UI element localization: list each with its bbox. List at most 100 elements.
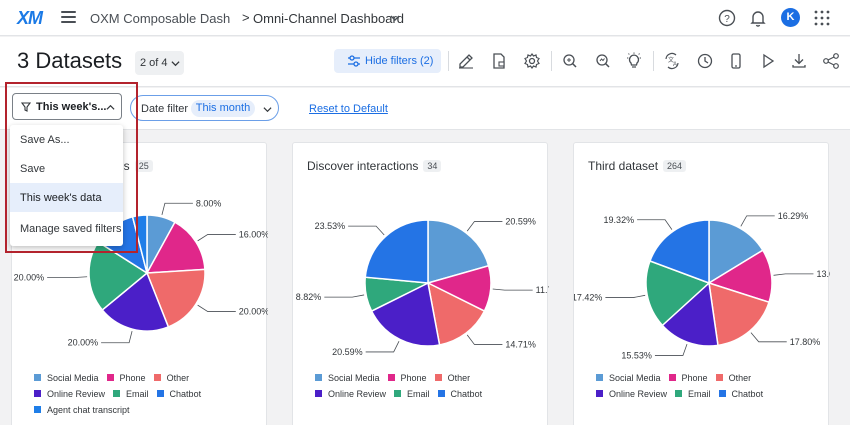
date-filter-pill[interactable]: Date filter This month [130, 95, 279, 121]
pie-chart[interactable]: 16.29% 13.64% 17.80% 15.53% 17.42% 19.32% [574, 143, 830, 373]
breadcrumb-separator: > [242, 10, 250, 25]
hide-filters-label: Hide filters (2) [365, 55, 434, 67]
bell-icon[interactable] [748, 8, 768, 28]
legend-item-phone[interactable]: Phone [668, 373, 708, 383]
apps-grid-icon[interactable] [812, 8, 832, 28]
avatar[interactable]: K [781, 8, 800, 27]
menu-item-save-as[interactable]: Save As... [10, 125, 123, 154]
lightbulb-icon[interactable] [624, 51, 644, 71]
legend-label: Online Review [328, 389, 387, 399]
legend-item-social-media[interactable]: Social Media [34, 373, 99, 383]
chevron-down-icon[interactable] [389, 12, 401, 24]
share-icon[interactable] [821, 51, 841, 71]
legend-item-agent-chat-transcript[interactable]: Agent chat transcript [34, 405, 130, 415]
saved-filters-dropdown: Save As... Save This week's data Manage … [10, 125, 123, 246]
chevron-up-icon [106, 104, 115, 110]
menu-icon[interactable] [61, 11, 76, 23]
legend-item-online-review[interactable]: Online Review [34, 389, 105, 399]
pie-data-label: 20.00% [14, 273, 45, 283]
gear-icon[interactable] [522, 51, 542, 71]
pie-label-leader [47, 276, 88, 278]
legend-label: Other [166, 373, 190, 383]
legend-item-online-review[interactable]: Online Review [315, 389, 386, 399]
play-icon[interactable] [758, 51, 778, 71]
dataset-card-2: Discover interactions34 20.59%11.76%14.7… [292, 142, 549, 425]
pie-label-leader [324, 294, 365, 298]
legend-item-other[interactable]: Other [434, 373, 471, 383]
breadcrumb-project[interactable]: OXM Composable Dashb [90, 11, 230, 26]
insight-search-icon[interactable] [593, 51, 613, 71]
help-icon[interactable]: ? [717, 8, 737, 28]
legend-swatch [34, 390, 41, 397]
xm-logo[interactable]: XM [17, 8, 43, 29]
page-selector-label: 2 of 4 [140, 57, 168, 69]
date-filter-label: Date filter [141, 103, 189, 115]
legend-row: Agent chat transcript [34, 405, 254, 421]
legend-item-other[interactable]: Other [715, 373, 751, 383]
edit-icon[interactable] [456, 51, 476, 71]
legend-item-phone[interactable]: Phone [387, 373, 427, 383]
pie-data-label: 20.00% [239, 307, 268, 317]
pie-chart[interactable]: 20.59% 11.76% 14.71% 20.59% 8.82% 23.53% [293, 143, 549, 373]
date-filter-value[interactable]: This month [191, 100, 255, 117]
saved-filters-label: This week's... [36, 101, 107, 113]
pie-data-label: 20.59% [505, 217, 536, 227]
legend-swatch [106, 374, 114, 381]
pie-data-label: 16.00% [239, 229, 268, 239]
pie-data-label: 15.53% [621, 350, 652, 360]
reset-to-default-link[interactable]: Reset to Default [309, 103, 388, 115]
menu-item-save[interactable]: Save [10, 154, 123, 183]
legend-label: Social Media [328, 373, 380, 383]
legend-label: Email [407, 389, 430, 399]
legend-swatch [34, 374, 41, 381]
legend-item-email[interactable]: Email [394, 389, 430, 399]
hide-filters-button[interactable]: Hide filters (2) [334, 49, 441, 73]
top-navigation-bar: XM OXM Composable Dashb > Omni-Channel D… [0, 0, 850, 36]
clock-icon[interactable] [695, 51, 715, 71]
legend-label: Other [447, 373, 471, 383]
chevron-down-icon[interactable] [263, 105, 272, 114]
filter-sliders-icon [348, 55, 360, 67]
page-selector[interactable]: 2 of 4 [135, 51, 184, 75]
legend-swatch [315, 390, 322, 397]
pie-data-label: 16.29% [778, 211, 809, 221]
translate-icon[interactable]: 文A [662, 51, 682, 71]
mobile-device-icon[interactable] [726, 51, 746, 71]
pie-label-leader [740, 215, 775, 227]
pie-label-leader [605, 294, 646, 298]
chart-legend: Social Media Phone Other Online Review Email… [34, 373, 254, 421]
legend-row: Social Media Phone Other [596, 373, 816, 389]
legend-item-chatbot[interactable]: Chatbot [437, 389, 482, 399]
toolbar-divider [551, 51, 552, 71]
legend-item-email[interactable]: Email [675, 389, 711, 399]
pie-label-leader [101, 331, 133, 344]
legend-row: Online Review Email Chatbot [596, 389, 816, 405]
pie-label-leader [197, 304, 236, 312]
pie-slice-chatbot[interactable] [364, 219, 429, 284]
menu-item-manage-saved-filters[interactable]: Manage saved filters [10, 214, 123, 243]
breadcrumb-dashboard[interactable]: Omni-Channel Dashboard [253, 11, 404, 26]
legend-item-chatbot[interactable]: Chatbot [156, 389, 202, 399]
chart-legend: Social Media Phone Other Online Review Email… [315, 373, 535, 405]
legend-item-other[interactable]: Other [153, 373, 190, 383]
legend-item-phone[interactable]: Phone [106, 373, 146, 383]
zoom-search-icon[interactable] [560, 51, 580, 71]
legend-swatch [156, 390, 164, 397]
legend-label: Email [688, 389, 711, 399]
toolbar-divider [448, 51, 449, 71]
legend-item-social-media[interactable]: Social Media [315, 373, 380, 383]
legend-row: Online Review Email Chatbot [34, 389, 254, 405]
toolbar-divider [653, 51, 654, 71]
legend-item-online-review[interactable]: Online Review [596, 389, 667, 399]
document-lock-icon[interactable] [489, 51, 509, 71]
saved-filters-button[interactable]: This week's... [12, 93, 122, 120]
legend-item-email[interactable]: Email [113, 389, 149, 399]
download-icon[interactable] [789, 51, 809, 71]
menu-item-this-weeks-data[interactable]: This week's data [10, 183, 123, 212]
legend-label: Chatbot [169, 389, 202, 399]
pie-label-leader [197, 234, 236, 242]
legend-swatch [675, 390, 683, 397]
legend-item-social-media[interactable]: Social Media [596, 373, 661, 383]
pie-data-label: 11.76% [536, 285, 549, 295]
legend-item-chatbot[interactable]: Chatbot [718, 389, 763, 399]
